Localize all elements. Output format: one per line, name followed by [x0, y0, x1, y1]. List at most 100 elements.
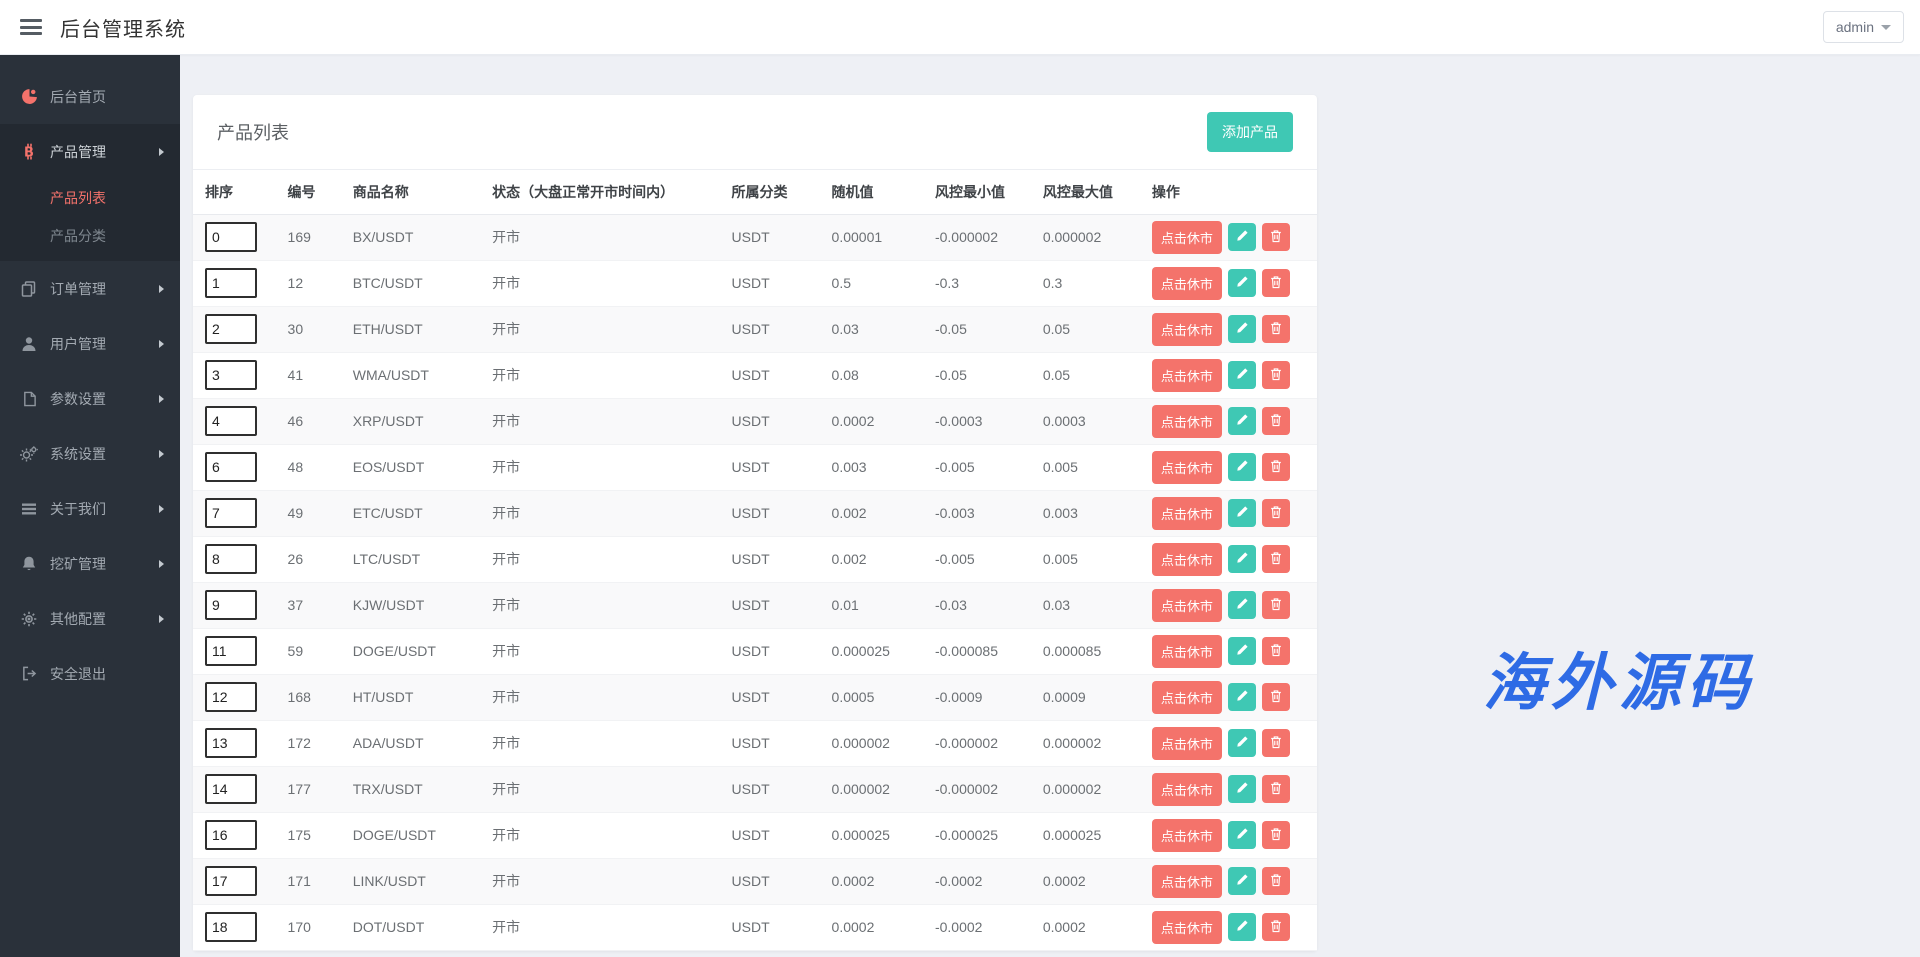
product-name-cell: ETC/USDT [345, 490, 484, 536]
delete-button[interactable] [1262, 361, 1290, 389]
sidebar-item-list[interactable]: 关于我们 [0, 481, 180, 536]
trash-icon [1269, 275, 1283, 292]
close-market-button[interactable]: 点击休市 [1152, 727, 1222, 760]
close-market-button[interactable]: 点击休市 [1152, 221, 1222, 254]
sort-input[interactable] [205, 222, 257, 252]
delete-button[interactable] [1262, 591, 1290, 619]
sort-input[interactable] [205, 544, 257, 574]
close-market-button[interactable]: 点击休市 [1152, 681, 1222, 714]
edit-button[interactable] [1228, 637, 1256, 665]
sidebar-subitem[interactable]: 产品列表 [0, 179, 180, 217]
category-cell: USDT [724, 214, 824, 260]
edit-button[interactable] [1228, 499, 1256, 527]
close-market-button[interactable]: 点击休市 [1152, 865, 1222, 898]
sidebar-item-file[interactable]: 参数设置 [0, 371, 180, 426]
action-buttons: 点击休市 [1152, 405, 1309, 438]
risk-min-cell: -0.000025 [927, 812, 1035, 858]
delete-button[interactable] [1262, 821, 1290, 849]
sort-input[interactable] [205, 498, 257, 528]
sidebar-item-signout[interactable]: 安全退出 [0, 646, 180, 701]
sort-input[interactable] [205, 728, 257, 758]
sort-input[interactable] [205, 590, 257, 620]
status-cell: 开市 [484, 306, 723, 352]
sidebar-group: 其他配置 [0, 591, 180, 646]
column-header: 风控最小值 [927, 170, 1035, 214]
delete-button[interactable] [1262, 407, 1290, 435]
edit-button[interactable] [1228, 591, 1256, 619]
category-cell: USDT [724, 490, 824, 536]
sidebar-group: 系统设置 [0, 426, 180, 481]
sidebar-item-bell[interactable]: 挖矿管理 [0, 536, 180, 591]
delete-button[interactable] [1262, 775, 1290, 803]
sidebar-subitem[interactable]: 产品分类 [0, 217, 180, 255]
sort-input[interactable] [205, 314, 257, 344]
close-market-button[interactable]: 点击休市 [1152, 497, 1222, 530]
sort-input[interactable] [205, 360, 257, 390]
close-market-button[interactable]: 点击休市 [1152, 267, 1222, 300]
edit-button[interactable] [1228, 315, 1256, 343]
edit-button[interactable] [1228, 453, 1256, 481]
edit-button[interactable] [1228, 821, 1256, 849]
edit-button[interactable] [1228, 683, 1256, 711]
close-market-button[interactable]: 点击休市 [1152, 405, 1222, 438]
close-market-button[interactable]: 点击休市 [1152, 359, 1222, 392]
sort-input[interactable] [205, 268, 257, 298]
sort-input[interactable] [205, 912, 257, 942]
sidebar-item-bitcoin[interactable]: B产品管理 [0, 124, 180, 179]
delete-button[interactable] [1262, 315, 1290, 343]
close-market-button[interactable]: 点击休市 [1152, 543, 1222, 576]
delete-button[interactable] [1262, 545, 1290, 573]
close-market-button[interactable]: 点击休市 [1152, 773, 1222, 806]
edit-button[interactable] [1228, 269, 1256, 297]
edit-button[interactable] [1228, 407, 1256, 435]
sidebar-item-gear[interactable]: 其他配置 [0, 591, 180, 646]
sidebar-item-copy[interactable]: 订单管理 [0, 261, 180, 316]
trash-icon [1269, 229, 1283, 246]
delete-button[interactable] [1262, 729, 1290, 757]
chevron-right-icon [159, 560, 164, 568]
risk-max-cell: 0.000002 [1035, 214, 1144, 260]
sort-input[interactable] [205, 682, 257, 712]
id-cell: 37 [280, 582, 345, 628]
sort-input[interactable] [205, 774, 257, 804]
edit-button[interactable] [1228, 775, 1256, 803]
menu-toggle-icon[interactable] [20, 19, 42, 35]
close-market-button[interactable]: 点击休市 [1152, 635, 1222, 668]
sort-input[interactable] [205, 406, 257, 436]
sort-input[interactable] [205, 820, 257, 850]
risk-max-cell: 0.005 [1035, 444, 1144, 490]
sidebar-item-gears[interactable]: 系统设置 [0, 426, 180, 481]
add-product-button[interactable]: 添加产品 [1207, 112, 1293, 152]
random-value-cell: 0.0002 [824, 904, 927, 950]
sort-input[interactable] [205, 636, 257, 666]
sidebar-item-user[interactable]: 用户管理 [0, 316, 180, 371]
close-market-button[interactable]: 点击休市 [1152, 451, 1222, 484]
edit-button[interactable] [1228, 867, 1256, 895]
sidebar-item-dashboard[interactable]: 后台首页 [0, 69, 180, 124]
close-market-button[interactable]: 点击休市 [1152, 313, 1222, 346]
delete-button[interactable] [1262, 499, 1290, 527]
delete-button[interactable] [1262, 223, 1290, 251]
edit-button[interactable] [1228, 361, 1256, 389]
delete-button[interactable] [1262, 637, 1290, 665]
close-market-button[interactable]: 点击休市 [1152, 819, 1222, 852]
edit-button[interactable] [1228, 545, 1256, 573]
pencil-icon [1235, 735, 1249, 752]
delete-button[interactable] [1262, 683, 1290, 711]
user-dropdown[interactable]: admin [1823, 11, 1904, 43]
sort-input[interactable] [205, 452, 257, 482]
random-value-cell: 0.0005 [824, 674, 927, 720]
id-cell: 46 [280, 398, 345, 444]
edit-button[interactable] [1228, 913, 1256, 941]
sort-input[interactable] [205, 866, 257, 896]
edit-button[interactable] [1228, 223, 1256, 251]
risk-min-cell: -0.003 [927, 490, 1035, 536]
edit-button[interactable] [1228, 729, 1256, 757]
delete-button[interactable] [1262, 453, 1290, 481]
delete-button[interactable] [1262, 867, 1290, 895]
product-name-cell: BX/USDT [345, 214, 484, 260]
delete-button[interactable] [1262, 913, 1290, 941]
close-market-button[interactable]: 点击休市 [1152, 911, 1222, 944]
delete-button[interactable] [1262, 269, 1290, 297]
close-market-button[interactable]: 点击休市 [1152, 589, 1222, 622]
